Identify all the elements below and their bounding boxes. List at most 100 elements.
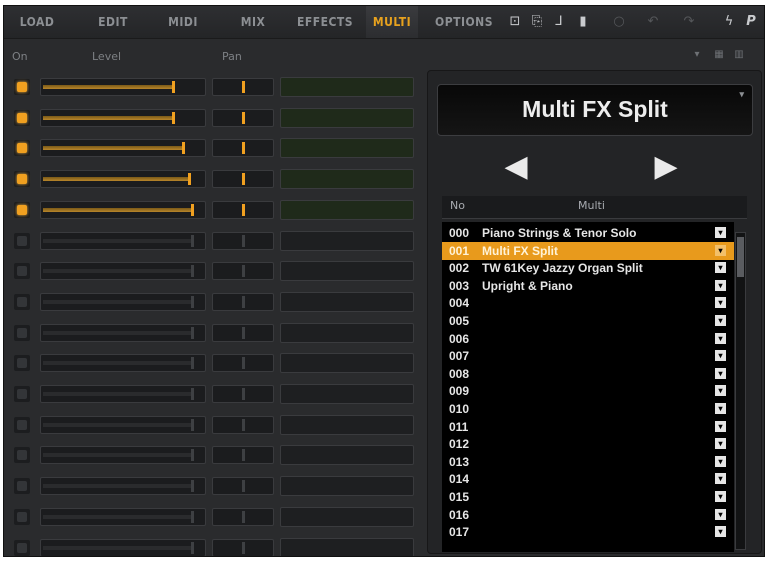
channel-pan-slider[interactable] [212, 170, 274, 189]
item-menu-icon[interactable]: ▾ [715, 315, 726, 326]
item-menu-icon[interactable]: ▾ [715, 297, 726, 309]
channel-pan-handle[interactable] [242, 142, 245, 155]
channel-pan-handle[interactable] [242, 295, 245, 308]
channel-level-slider[interactable] [40, 538, 206, 556]
channel-pan-slider[interactable] [212, 507, 274, 526]
channel-level-slider[interactable] [40, 354, 206, 373]
multi-list-item[interactable]: 002 TW 61Key Jazzy Organ Split ▾ [442, 259, 734, 277]
item-menu-icon[interactable]: ▾ [715, 244, 726, 256]
channel-level-handle[interactable] [188, 173, 191, 186]
channel-level-handle[interactable] [191, 510, 194, 523]
channel-level-slider[interactable] [40, 231, 206, 250]
settings-icon[interactable]: ϟ [720, 14, 738, 30]
channel-pan-handle[interactable] [242, 173, 245, 186]
channel-pan-slider[interactable] [212, 231, 274, 250]
item-menu-icon[interactable]: ▾ [715, 385, 726, 397]
multi-list-item[interactable]: 000 Piano Strings & Tenor Solo ▾ [442, 224, 734, 242]
tab-edit[interactable]: EDIT [90, 6, 136, 38]
tab-load[interactable]: LOAD [14, 6, 60, 38]
channel-level-slider[interactable] [40, 446, 206, 465]
multi-list-scrollbar[interactable] [735, 232, 746, 550]
undo-icon[interactable]: ↶ [644, 14, 662, 30]
channel-pan-handle[interactable] [242, 234, 245, 247]
channel-on-toggle[interactable] [14, 539, 30, 556]
item-menu-icon[interactable]: ▾ [715, 279, 726, 291]
channel-on-toggle[interactable] [14, 355, 30, 372]
channel-level-handle[interactable] [191, 418, 194, 431]
multi-list-item[interactable]: 006 ▾ [442, 330, 734, 348]
item-menu-icon[interactable]: ▾ [715, 420, 726, 432]
channel-level-handle[interactable] [172, 111, 175, 124]
channel-pan-slider[interactable] [212, 477, 274, 496]
multi-list-item[interactable]: 001 Multi FX Split ▾ [442, 241, 734, 260]
channel-on-toggle[interactable] [14, 201, 30, 218]
channel-level-slider[interactable] [40, 108, 206, 127]
channel-level-handle[interactable] [182, 142, 185, 155]
channel-on-toggle[interactable] [14, 386, 30, 402]
channel-pan-handle[interactable] [242, 510, 245, 523]
channel-on-toggle[interactable] [14, 508, 30, 525]
channel-pan-slider[interactable] [212, 354, 274, 373]
item-menu-icon[interactable]: ▾ [715, 227, 726, 238]
multi-list-item[interactable]: 008 ▾ [442, 365, 734, 383]
item-menu-icon[interactable]: ▾ [715, 473, 726, 485]
channel-level-slider[interactable] [40, 507, 206, 526]
channel-level-slider[interactable] [40, 170, 206, 189]
channel-on-toggle[interactable] [14, 478, 30, 495]
channel-pan-slider[interactable] [212, 446, 274, 465]
copy-icon[interactable]: ⎘ [528, 14, 546, 30]
multi-list-item[interactable]: 005 ▾ [442, 312, 734, 330]
multi-list-item[interactable]: 013 ▾ [442, 453, 734, 471]
redo-icon[interactable]: ↷ [680, 14, 698, 30]
channel-pan-slider[interactable] [212, 200, 274, 219]
channel-pan-handle[interactable] [242, 541, 245, 554]
tab-mix[interactable]: MIX [230, 6, 276, 38]
channel-level-handle[interactable] [172, 81, 175, 93]
channel-level-handle[interactable] [191, 265, 194, 278]
channel-on-toggle[interactable] [14, 293, 30, 310]
channel-level-handle[interactable] [191, 541, 194, 554]
channel-level-slider[interactable] [40, 200, 206, 219]
multi-list-item[interactable]: 014 ▾ [442, 470, 734, 488]
channel-pan-handle[interactable] [242, 480, 245, 493]
item-menu-icon[interactable]: ▾ [715, 526, 726, 538]
lock-icon[interactable]: ▮ [574, 14, 592, 30]
dropdown-arrow-icon[interactable]: ▾ [739, 87, 744, 101]
tab-midi[interactable]: MIDI [160, 6, 206, 38]
channel-pan-handle[interactable] [242, 449, 245, 462]
channel-on-toggle[interactable] [14, 79, 30, 95]
menu-arrow-icon[interactable]: ▾ [690, 48, 704, 62]
channel-on-toggle[interactable] [14, 109, 30, 126]
channel-level-slider[interactable] [40, 262, 206, 281]
tab-options[interactable]: OPTIONS [432, 6, 496, 38]
channel-level-slider[interactable] [40, 385, 206, 403]
multi-list-item[interactable]: 007 ▾ [442, 347, 734, 365]
channel-level-handle[interactable] [191, 295, 194, 308]
item-menu-icon[interactable]: ▾ [715, 455, 726, 467]
multi-list-item[interactable]: 012 ▾ [442, 435, 734, 453]
routing-icon[interactable]: ⊡ [506, 14, 524, 30]
channel-level-slider[interactable] [40, 139, 206, 158]
channel-on-toggle[interactable] [14, 232, 30, 249]
multi-list-item[interactable]: 004 ▾ [442, 294, 734, 312]
item-menu-icon[interactable]: ▾ [715, 508, 726, 520]
tab-effects[interactable]: EFFECTS [294, 6, 356, 38]
channel-on-toggle[interactable] [14, 140, 30, 157]
channel-on-toggle[interactable] [14, 416, 30, 433]
multi-name-display[interactable]: Multi FX Split ▾ [437, 84, 753, 136]
channel-on-toggle[interactable] [14, 324, 30, 341]
channel-pan-handle[interactable] [242, 81, 245, 93]
channel-level-handle[interactable] [191, 449, 194, 462]
multi-list-item[interactable]: 016 ▾ [442, 506, 734, 524]
channel-on-toggle[interactable] [14, 263, 30, 280]
connector-icon[interactable]: ⅃ [550, 14, 568, 30]
channel-level-handle[interactable] [191, 388, 194, 400]
channel-pan-slider[interactable] [212, 538, 274, 556]
channel-pan-handle[interactable] [242, 388, 245, 400]
item-menu-icon[interactable]: ▾ [715, 491, 726, 502]
channel-pan-slider[interactable] [212, 323, 274, 342]
channel-level-slider[interactable] [40, 323, 206, 342]
channel-pan-handle[interactable] [242, 203, 245, 216]
item-menu-icon[interactable]: ▾ [715, 367, 726, 379]
channel-level-slider[interactable] [40, 415, 206, 434]
